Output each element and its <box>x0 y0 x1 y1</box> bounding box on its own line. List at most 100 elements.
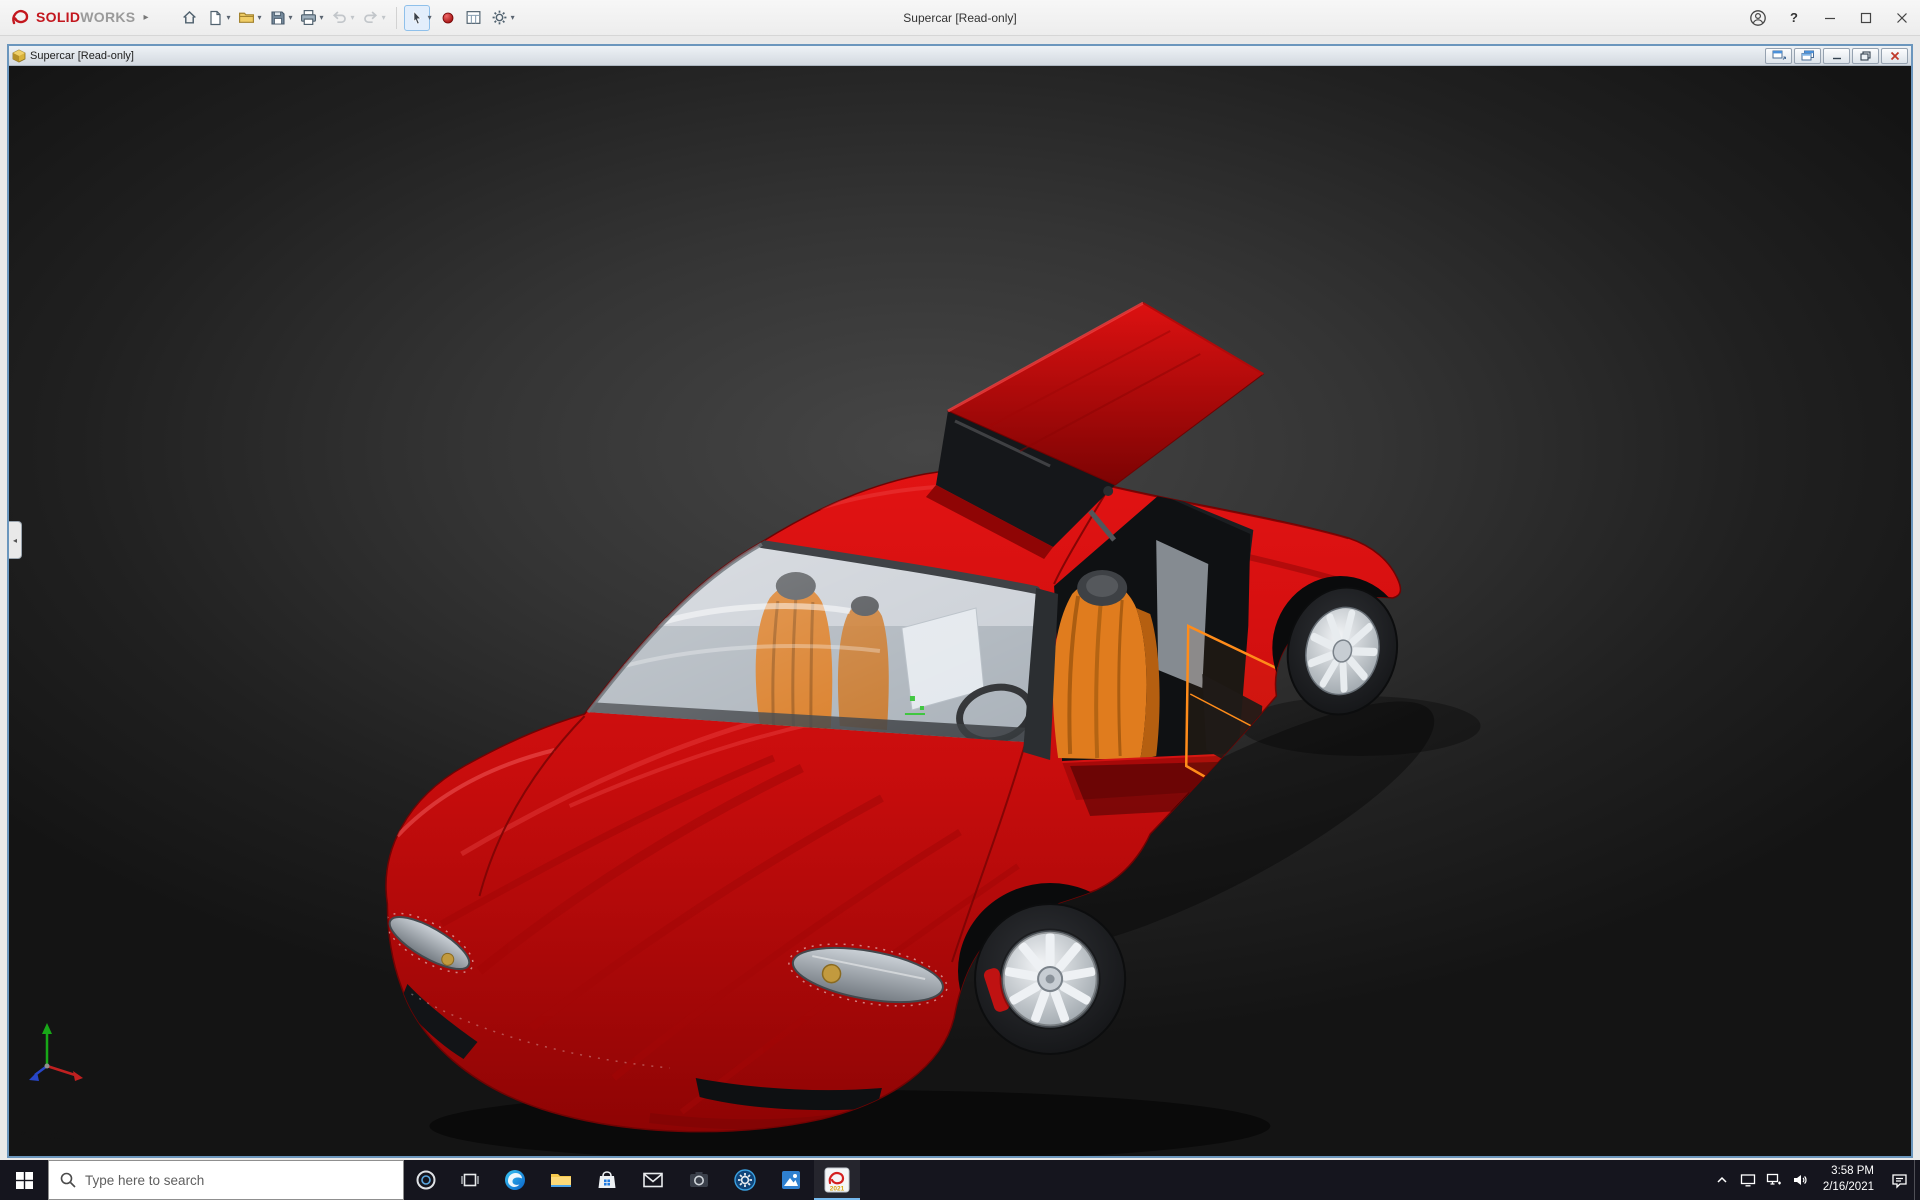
home-button[interactable] <box>176 5 202 31</box>
search-input[interactable] <box>85 1172 403 1188</box>
solidworks-logo: SOLIDWORKS ▸ <box>0 7 154 29</box>
close-icon <box>1890 51 1899 60</box>
maximize-icon <box>1860 12 1872 23</box>
record-sphere-icon <box>442 12 453 23</box>
taskbar-app-edge[interactable] <box>492 1160 538 1200</box>
show-desktop-button[interactable] <box>1914 1160 1920 1200</box>
print-icon <box>301 10 317 25</box>
minimize-button[interactable] <box>1812 0 1848 35</box>
screen: SOLIDWORKS ▸ ▾ ▾ ▾ ▾ ▾ ▾ ▾ ▾ Supercar [R… <box>0 0 1920 1200</box>
cortana-icon <box>416 1170 436 1190</box>
save-dropdown[interactable]: ▾ <box>289 13 293 22</box>
brand-works: WORKS <box>80 8 136 25</box>
taskbar-search[interactable] <box>48 1160 404 1200</box>
document-titlebar[interactable]: Supercar [Read-only] <box>9 46 1911 66</box>
tile-window-button-2[interactable] <box>1794 47 1821 64</box>
record-macro-button[interactable] <box>435 5 461 31</box>
solidworks-version-badge: 2021 <box>830 1186 845 1193</box>
save-button[interactable] <box>265 5 291 31</box>
network-icon <box>1766 1173 1781 1185</box>
taskbar-app-settings[interactable] <box>722 1160 768 1200</box>
minimize-icon <box>1832 57 1841 60</box>
mail-icon <box>643 1172 663 1188</box>
app-titlebar: SOLIDWORKS ▸ ▾ ▾ ▾ ▾ ▾ ▾ ▾ ▾ Supercar [R… <box>0 0 1920 36</box>
quick-access-toolbar: ▾ ▾ ▾ ▾ ▾ ▾ ▾ ▾ <box>176 4 517 31</box>
hidden-icons-chevron[interactable] <box>1709 1160 1735 1200</box>
undo-icon <box>332 11 346 24</box>
sheet-icon <box>466 11 481 24</box>
save-icon <box>270 10 285 25</box>
brand-expand-icon[interactable]: ▸ <box>143 12 148 23</box>
taskbar-app-photos[interactable] <box>768 1160 814 1200</box>
account-icon <box>1750 9 1766 26</box>
options-dropdown[interactable]: ▾ <box>511 13 515 22</box>
open-folder-icon <box>239 12 254 23</box>
select-arrow-icon <box>413 10 421 24</box>
brand-solid: SOLID <box>36 8 81 25</box>
minimize-icon <box>1825 17 1835 19</box>
tile-window-button-1[interactable] <box>1765 47 1792 64</box>
open-dropdown[interactable]: ▾ <box>258 13 262 22</box>
taskbar-app-store[interactable] <box>584 1160 630 1200</box>
action-center-button[interactable] <box>1884 1160 1914 1200</box>
print-button[interactable] <box>296 5 322 31</box>
document-window-buttons <box>1763 47 1908 64</box>
options-button[interactable] <box>487 5 513 31</box>
home-icon <box>183 10 196 24</box>
close-button[interactable] <box>1884 0 1920 35</box>
tray-network-button[interactable] <box>1761 1160 1787 1200</box>
new-document-button[interactable] <box>202 5 228 31</box>
solidworks-app-icon: 2021 <box>824 1167 850 1193</box>
view-orientation-label: *Dimetric <box>21 1128 76 1142</box>
cascade-window-icon <box>1801 50 1814 61</box>
new-document-dropdown[interactable]: ▾ <box>226 13 230 22</box>
document-close-button[interactable] <box>1881 47 1908 64</box>
ds-logo-icon <box>12 9 29 24</box>
action-center-icon <box>1891 1173 1907 1189</box>
tray-volume-button[interactable] <box>1787 1160 1813 1200</box>
taskbar-app-file-explorer[interactable] <box>538 1160 584 1200</box>
close-icon <box>1897 12 1907 23</box>
system-tray: 3:58 PM 2/16/2021 <box>1709 1160 1920 1200</box>
document-window: Supercar [Read-only] *Dimetric ◂ <box>7 44 1913 1158</box>
drawing-sheet-button[interactable] <box>461 5 487 31</box>
store-icon <box>598 1171 616 1188</box>
print-dropdown[interactable]: ▾ <box>320 13 324 22</box>
app-window-controls: ? <box>1740 0 1920 35</box>
taskbar-app-camera[interactable] <box>676 1160 722 1200</box>
task-view-button[interactable] <box>448 1160 492 1200</box>
taskbar-clock[interactable]: 3:58 PM 2/16/2021 <box>1813 1160 1884 1200</box>
redo-button[interactable] <box>358 5 384 31</box>
tile-window-icon <box>1772 50 1786 60</box>
gear-icon <box>492 10 507 25</box>
feature-tree-collapse-tab[interactable]: ◂ <box>9 521 22 559</box>
taskbar-app-solidworks[interactable]: 2021 <box>814 1160 860 1200</box>
start-button[interactable] <box>0 1160 48 1200</box>
maximize-button[interactable] <box>1848 0 1884 35</box>
supercar-3d-model[interactable] <box>9 66 1911 1156</box>
document-minimize-button[interactable] <box>1823 47 1850 64</box>
undo-dropdown[interactable]: ▾ <box>351 13 355 22</box>
document-restore-button[interactable] <box>1852 47 1879 64</box>
undo-button[interactable] <box>327 5 353 31</box>
account-button[interactable] <box>1740 0 1776 35</box>
cortana-button[interactable] <box>404 1160 448 1200</box>
select-tool-button[interactable] <box>403 4 430 31</box>
clock-date: 2/16/2021 <box>1822 1181 1874 1193</box>
file-explorer-icon <box>551 1174 571 1187</box>
clock-time: 3:58 PM <box>1831 1165 1874 1178</box>
edge-icon <box>505 1170 525 1190</box>
graphics-viewport[interactable]: *Dimetric ◂ <box>9 66 1911 1156</box>
task-view-icon <box>461 1173 479 1187</box>
taskbar-app-mail[interactable] <box>630 1160 676 1200</box>
tray-monitor-button[interactable] <box>1735 1160 1761 1200</box>
help-button[interactable]: ? <box>1776 0 1812 35</box>
photos-icon <box>782 1171 800 1189</box>
redo-icon <box>364 11 378 24</box>
select-dropdown[interactable]: ▾ <box>428 13 432 22</box>
open-button[interactable] <box>234 5 260 31</box>
redo-dropdown[interactable]: ▾ <box>382 13 386 22</box>
chevron-up-icon <box>1717 1176 1727 1183</box>
orientation-triad[interactable] <box>25 1014 95 1084</box>
assembly-document-icon <box>12 49 26 62</box>
